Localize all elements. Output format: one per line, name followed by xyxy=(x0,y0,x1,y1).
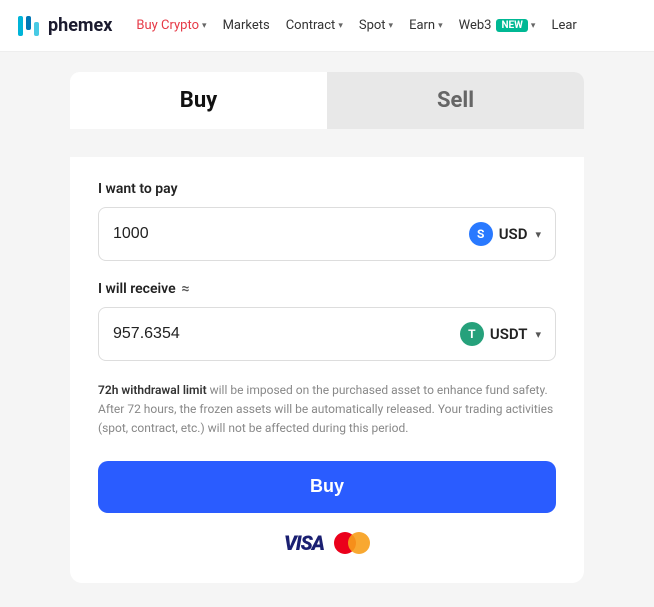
nav-item-buy-crypto[interactable]: Buy Crypto ▾ xyxy=(130,14,212,37)
nav-item-contract[interactable]: Contract ▾ xyxy=(280,14,349,37)
nav-label-buy-crypto: Buy Crypto xyxy=(136,18,199,33)
buy-button[interactable]: Buy xyxy=(98,461,556,513)
chevron-icon-contract: ▾ xyxy=(338,21,343,31)
nav-items: Buy Crypto ▾ Markets Contract ▾ Spot ▾ E… xyxy=(130,14,582,37)
mc-right-circle xyxy=(348,532,370,554)
usd-icon: S xyxy=(469,222,493,246)
pay-currency-selector[interactable]: S USD ▾ xyxy=(469,222,541,246)
notice-bold: 72h withdrawal limit xyxy=(98,383,207,397)
nav-label-contract: Contract xyxy=(286,18,336,33)
receive-label: I will receive ≈ xyxy=(98,281,556,297)
chevron-icon-spot: ▾ xyxy=(389,21,394,31)
tab-buy-label: Buy xyxy=(180,88,217,113)
web3-badge: NEW xyxy=(496,19,527,32)
logo-text: phemex xyxy=(48,15,112,36)
form-card: I want to pay S USD ▾ I will receive ≈ T xyxy=(70,157,584,583)
tab-sell-label: Sell xyxy=(437,88,474,113)
receive-currency-selector[interactable]: T USDT ▾ xyxy=(460,322,541,346)
chevron-icon-web3: ▾ xyxy=(531,21,536,31)
nav-label-markets: Markets xyxy=(223,18,270,33)
nav-item-spot[interactable]: Spot ▾ xyxy=(353,14,399,37)
pay-input[interactable] xyxy=(113,225,469,243)
pay-input-row: S USD ▾ xyxy=(98,207,556,261)
pay-currency-chevron: ▾ xyxy=(535,228,541,241)
approx-icon: ≈ xyxy=(182,281,190,297)
pay-label: I want to pay xyxy=(98,181,556,197)
logo[interactable]: phemex xyxy=(16,12,112,40)
nav-item-markets[interactable]: Markets xyxy=(217,14,276,37)
notice-text: 72h withdrawal limit will be imposed on … xyxy=(98,381,556,439)
tab-buy[interactable]: Buy xyxy=(70,72,327,129)
navbar: phemex Buy Crypto ▾ Markets Contract ▾ S… xyxy=(0,0,654,52)
payment-logos: VISA xyxy=(98,531,556,555)
nav-label-spot: Spot xyxy=(359,18,386,33)
receive-input-row: T USDT ▾ xyxy=(98,307,556,361)
tab-row: Buy Sell xyxy=(70,72,584,129)
mastercard-logo xyxy=(334,532,370,554)
usdt-icon: T xyxy=(460,322,484,346)
receive-input[interactable] xyxy=(113,325,460,343)
nav-item-learn[interactable]: Lear xyxy=(545,14,582,37)
main-content: Buy Sell I want to pay S USD ▾ I will re… xyxy=(0,52,654,603)
nav-label-learn: Lear xyxy=(551,18,576,33)
visa-logo: VISA xyxy=(284,531,324,555)
chevron-icon-earn: ▾ xyxy=(438,21,443,31)
logo-icon xyxy=(16,12,44,40)
chevron-icon: ▾ xyxy=(202,21,207,31)
nav-item-earn[interactable]: Earn ▾ xyxy=(403,14,449,37)
receive-currency-label: USDT xyxy=(490,325,528,343)
nav-item-web3[interactable]: Web3 NEW ▾ xyxy=(453,14,542,37)
nav-label-earn: Earn xyxy=(409,18,435,33)
nav-label-web3: Web3 xyxy=(459,18,492,33)
tab-sell[interactable]: Sell xyxy=(327,72,584,129)
pay-currency-label: USD xyxy=(499,225,528,243)
receive-currency-chevron: ▾ xyxy=(535,328,541,341)
